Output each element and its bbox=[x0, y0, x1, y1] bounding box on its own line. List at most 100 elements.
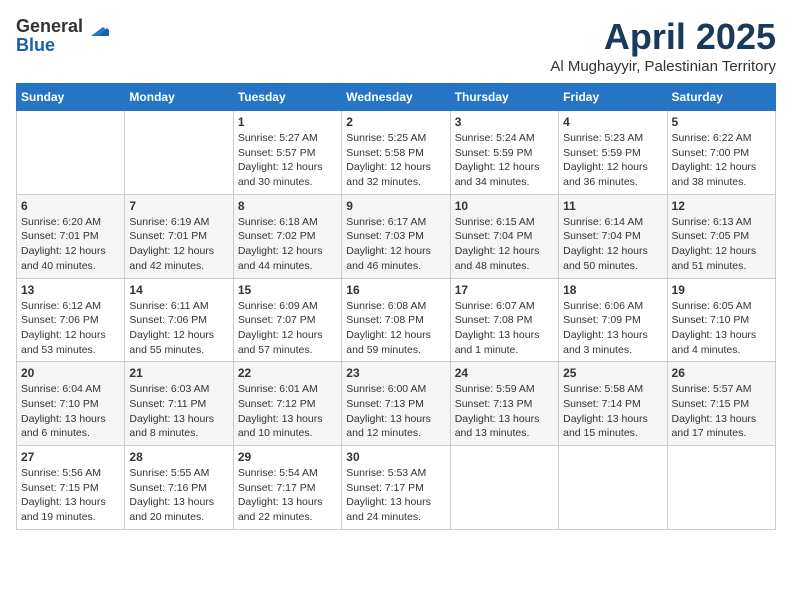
day-info: Sunrise: 5:23 AM Sunset: 5:59 PM Dayligh… bbox=[563, 131, 662, 190]
day-info: Sunrise: 6:17 AM Sunset: 7:03 PM Dayligh… bbox=[346, 215, 445, 274]
calendar-cell: 19Sunrise: 6:05 AM Sunset: 7:10 PM Dayli… bbox=[667, 278, 775, 362]
calendar-cell: 11 Sunrise: 6:14 AM Sunset: 7:04 PM Dayli… bbox=[559, 194, 667, 278]
day-number: 29 bbox=[238, 450, 337, 464]
calendar-day-header: Friday bbox=[559, 84, 667, 111]
day-number: 23 bbox=[346, 366, 445, 380]
day-number: 4 bbox=[563, 115, 662, 129]
day-info: Sunrise: 5:55 AM Sunset: 7:16 PM Dayligh… bbox=[129, 466, 228, 525]
day-number: 7 bbox=[129, 199, 228, 213]
day-info: Sunrise: 5:58 AM Sunset: 7:14 PM Dayligh… bbox=[563, 382, 662, 441]
calendar-cell: 15Sunrise: 6:09 AM Sunset: 7:07 PM Dayli… bbox=[233, 278, 341, 362]
day-number: 22 bbox=[238, 366, 337, 380]
calendar-week-row: 20Sunrise: 6:04 AM Sunset: 7:10 PM Dayli… bbox=[17, 362, 776, 446]
calendar-cell: 2 Sunrise: 5:25 AM Sunset: 5:58 PM Daylig… bbox=[342, 111, 450, 195]
day-number: 13 bbox=[21, 283, 120, 297]
calendar-cell: 30 Sunrise: 5:53 AM Sunset: 7:17 PM Dayli… bbox=[342, 446, 450, 530]
calendar-cell: 29 Sunrise: 5:54 AM Sunset: 7:17 PM Dayli… bbox=[233, 446, 341, 530]
calendar-cell: 20Sunrise: 6:04 AM Sunset: 7:10 PM Dayli… bbox=[17, 362, 125, 446]
day-info: Sunrise: 6:11 AM Sunset: 7:06 PM Dayligh… bbox=[129, 299, 228, 358]
day-number: 10 bbox=[455, 199, 554, 213]
day-info: Sunrise: 5:59 AM Sunset: 7:13 PM Dayligh… bbox=[455, 382, 554, 441]
logo: General Blue bbox=[16, 16, 109, 56]
day-info: Sunrise: 6:08 AM Sunset: 7:08 PM Dayligh… bbox=[346, 299, 445, 358]
day-info: Sunrise: 5:25 AM Sunset: 5:58 PM Dayligh… bbox=[346, 131, 445, 190]
calendar-cell: 8 Sunrise: 6:18 AM Sunset: 7:02 PM Daylig… bbox=[233, 194, 341, 278]
day-number: 30 bbox=[346, 450, 445, 464]
calendar-cell bbox=[125, 111, 233, 195]
day-info: Sunrise: 6:07 AM Sunset: 7:08 PM Dayligh… bbox=[455, 299, 554, 358]
calendar-cell: 27 Sunrise: 5:56 AM Sunset: 7:15 PM Dayli… bbox=[17, 446, 125, 530]
day-info: Sunrise: 6:20 AM Sunset: 7:01 PM Dayligh… bbox=[21, 215, 120, 274]
calendar-week-row: 1 Sunrise: 5:27 AM Sunset: 5:57 PM Daylig… bbox=[17, 111, 776, 195]
calendar-cell: 6 Sunrise: 6:20 AM Sunset: 7:01 PM Daylig… bbox=[17, 194, 125, 278]
title-area: April 2025 Al Mughayyir, Palestinian Ter… bbox=[550, 16, 776, 75]
day-number: 25 bbox=[563, 366, 662, 380]
day-number: 21 bbox=[129, 366, 228, 380]
day-info: Sunrise: 6:19 AM Sunset: 7:01 PM Dayligh… bbox=[129, 215, 228, 274]
day-info: Sunrise: 5:54 AM Sunset: 7:17 PM Dayligh… bbox=[238, 466, 337, 525]
calendar-cell: 25 Sunrise: 5:58 AM Sunset: 7:14 PM Dayli… bbox=[559, 362, 667, 446]
day-number: 1 bbox=[238, 115, 337, 129]
calendar-cell: 14 Sunrise: 6:11 AM Sunset: 7:06 PM Dayli… bbox=[125, 278, 233, 362]
day-number: 26 bbox=[672, 366, 771, 380]
day-number: 20 bbox=[21, 366, 120, 380]
page-header: General Blue April 2025 Al Mughayyir, Pa… bbox=[16, 16, 776, 75]
day-info: Sunrise: 5:56 AM Sunset: 7:15 PM Dayligh… bbox=[21, 466, 120, 525]
day-info: Sunrise: 5:24 AM Sunset: 5:59 PM Dayligh… bbox=[455, 131, 554, 190]
calendar-cell: 10 Sunrise: 6:15 AM Sunset: 7:04 PM Dayli… bbox=[450, 194, 558, 278]
day-info: Sunrise: 6:03 AM Sunset: 7:11 PM Dayligh… bbox=[129, 382, 228, 441]
calendar-day-header: Tuesday bbox=[233, 84, 341, 111]
calendar-cell: 26 Sunrise: 5:57 AM Sunset: 7:15 PM Dayli… bbox=[667, 362, 775, 446]
logo-general-text: General bbox=[16, 16, 83, 37]
calendar-cell: 28 Sunrise: 5:55 AM Sunset: 7:16 PM Dayli… bbox=[125, 446, 233, 530]
day-info: Sunrise: 6:14 AM Sunset: 7:04 PM Dayligh… bbox=[563, 215, 662, 274]
month-title: April 2025 bbox=[550, 16, 776, 58]
calendar-week-row: 6 Sunrise: 6:20 AM Sunset: 7:01 PM Daylig… bbox=[17, 194, 776, 278]
calendar-cell: 12Sunrise: 6:13 AM Sunset: 7:05 PM Dayli… bbox=[667, 194, 775, 278]
day-number: 18 bbox=[563, 283, 662, 297]
day-number: 11 bbox=[563, 199, 662, 213]
calendar-cell: 23 Sunrise: 6:00 AM Sunset: 7:13 PM Dayli… bbox=[342, 362, 450, 446]
day-number: 2 bbox=[346, 115, 445, 129]
subtitle: Al Mughayyir, Palestinian Territory bbox=[550, 58, 776, 75]
day-number: 5 bbox=[672, 115, 771, 129]
calendar-cell: 3Sunrise: 5:24 AM Sunset: 5:59 PM Daylig… bbox=[450, 111, 558, 195]
calendar-day-header: Wednesday bbox=[342, 84, 450, 111]
day-info: Sunrise: 6:05 AM Sunset: 7:10 PM Dayligh… bbox=[672, 299, 771, 358]
calendar-cell: 5 Sunrise: 6:22 AM Sunset: 7:00 PM Daylig… bbox=[667, 111, 775, 195]
calendar-cell: 1 Sunrise: 5:27 AM Sunset: 5:57 PM Daylig… bbox=[233, 111, 341, 195]
day-number: 24 bbox=[455, 366, 554, 380]
day-number: 15 bbox=[238, 283, 337, 297]
calendar-cell: 4 Sunrise: 5:23 AM Sunset: 5:59 PM Daylig… bbox=[559, 111, 667, 195]
calendar-day-header: Monday bbox=[125, 84, 233, 111]
day-info: Sunrise: 6:12 AM Sunset: 7:06 PM Dayligh… bbox=[21, 299, 120, 358]
day-number: 27 bbox=[21, 450, 120, 464]
day-number: 9 bbox=[346, 199, 445, 213]
day-info: Sunrise: 6:18 AM Sunset: 7:02 PM Dayligh… bbox=[238, 215, 337, 274]
day-number: 14 bbox=[129, 283, 228, 297]
day-number: 17 bbox=[455, 283, 554, 297]
day-info: Sunrise: 5:53 AM Sunset: 7:17 PM Dayligh… bbox=[346, 466, 445, 525]
day-number: 6 bbox=[21, 199, 120, 213]
calendar-cell: 9 Sunrise: 6:17 AM Sunset: 7:03 PM Daylig… bbox=[342, 194, 450, 278]
calendar-cell: 13 Sunrise: 6:12 AM Sunset: 7:06 PM Dayli… bbox=[17, 278, 125, 362]
calendar-week-row: 13 Sunrise: 6:12 AM Sunset: 7:06 PM Dayli… bbox=[17, 278, 776, 362]
calendar-day-header: Sunday bbox=[17, 84, 125, 111]
calendar-cell bbox=[17, 111, 125, 195]
day-info: Sunrise: 5:27 AM Sunset: 5:57 PM Dayligh… bbox=[238, 131, 337, 190]
day-info: Sunrise: 5:57 AM Sunset: 7:15 PM Dayligh… bbox=[672, 382, 771, 441]
day-info: Sunrise: 6:01 AM Sunset: 7:12 PM Dayligh… bbox=[238, 382, 337, 441]
day-number: 28 bbox=[129, 450, 228, 464]
day-info: Sunrise: 6:00 AM Sunset: 7:13 PM Dayligh… bbox=[346, 382, 445, 441]
calendar-cell: 18 Sunrise: 6:06 AM Sunset: 7:09 PM Dayli… bbox=[559, 278, 667, 362]
calendar-cell bbox=[450, 446, 558, 530]
calendar-cell bbox=[559, 446, 667, 530]
day-info: Sunrise: 6:13 AM Sunset: 7:05 PM Dayligh… bbox=[672, 215, 771, 274]
calendar-cell bbox=[667, 446, 775, 530]
day-info: Sunrise: 6:06 AM Sunset: 7:09 PM Dayligh… bbox=[563, 299, 662, 358]
day-info: Sunrise: 6:22 AM Sunset: 7:00 PM Dayligh… bbox=[672, 131, 771, 190]
calendar-table: SundayMondayTuesdayWednesdayThursdayFrid… bbox=[16, 83, 776, 530]
logo-blue-text: Blue bbox=[16, 35, 55, 56]
day-number: 8 bbox=[238, 199, 337, 213]
day-info: Sunrise: 6:15 AM Sunset: 7:04 PM Dayligh… bbox=[455, 215, 554, 274]
